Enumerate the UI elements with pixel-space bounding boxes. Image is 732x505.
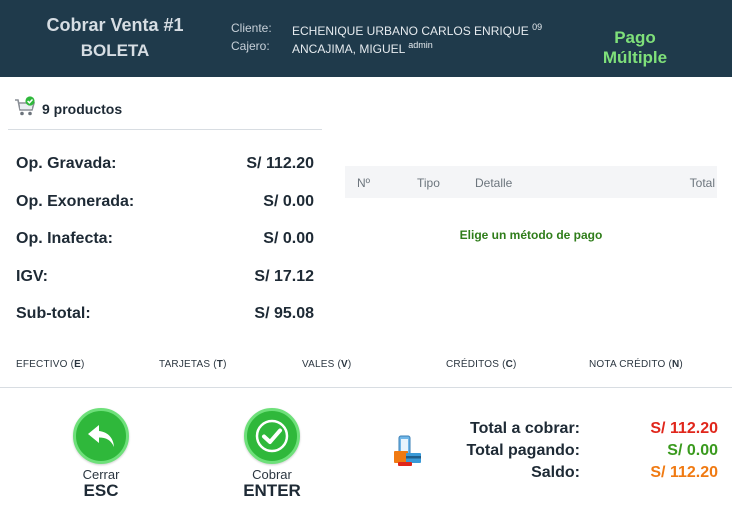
payments-table-header: Nº Tipo Detalle Total (345, 166, 717, 198)
cart-check-icon (14, 95, 38, 123)
summary-label: Op. Exonerada: (16, 193, 135, 210)
summary-row-op-inafecta: Op. Inafecta: S/ 0.00 (16, 227, 314, 251)
cobrar-label: Cobrar (252, 467, 292, 482)
summary-row-igv: IGV: S/ 17.12 (16, 265, 314, 289)
saldo-row: Saldo: S/ 112.20 (440, 464, 718, 486)
saldo-label: Saldo: (531, 464, 580, 481)
divider (0, 387, 732, 388)
cerrar-key: ESC (83, 481, 119, 500)
total-pagando-value: S/ 0.00 (667, 442, 718, 459)
payment-methods-bar: EFECTIVO (E) TARJETAS (T) VALES (V) CRÉD… (0, 355, 732, 375)
cliente-name: ECHENIQUE URBANO CARLOS ENRIQUE (292, 24, 529, 38)
cerrar-button[interactable]: Cerrar ESC (61, 408, 141, 500)
method-nota-credito[interactable]: NOTA CRÉDITO (N) (589, 359, 683, 370)
payment-mode-label[interactable]: Pago Múltiple (580, 28, 690, 68)
method-creditos[interactable]: CRÉDITOS (C) (446, 359, 517, 370)
total-a-cobrar-label: Total a cobrar: (470, 420, 580, 437)
summary-label: Sub-total: (16, 305, 91, 322)
method-efectivo[interactable]: EFECTIVO (E) (16, 359, 85, 370)
summary-value: S/ 17.12 (254, 268, 314, 285)
saldo-value: S/ 112.20 (650, 464, 718, 481)
method-tarjetas[interactable]: TARJETAS (T) (159, 359, 227, 370)
cliente-value: ECHENIQUE URBANO CARLOS ENRIQUE 09… (292, 22, 542, 38)
header-bar: Cobrar Venta #1 BOLETA Cliente: Cajero: … (0, 0, 732, 77)
total-pagando-row: Total pagando: S/ 0.00 (440, 442, 718, 464)
products-count[interactable]: 9 productos (14, 95, 123, 123)
column-header-number: Nº (357, 176, 371, 190)
back-arrow-icon (73, 408, 129, 464)
summary-value: S/ 112.20 (246, 155, 314, 172)
column-header-detail: Detalle (475, 176, 513, 190)
cajero-role-superscript: admin (408, 40, 433, 50)
divider (8, 129, 322, 130)
column-header-type: Tipo (417, 176, 440, 190)
summary-row-op-gravada: Op. Gravada: S/ 112.20 (16, 152, 314, 176)
sale-title-block: Cobrar Venta #1 BOLETA (0, 14, 230, 62)
payments-empty-message: Elige un método de pago (459, 228, 603, 242)
summary-label: Op. Inafecta: (16, 230, 113, 247)
cliente-label: Cliente: (231, 21, 272, 35)
products-count-label: 9 productos (42, 101, 123, 117)
checkmark-icon (244, 408, 300, 464)
total-pagando-label: Total pagando: (466, 442, 580, 459)
cajero-value: ANCAJIMA, MIGUEL admin (292, 40, 542, 56)
summary-row-subtotal: Sub-total: S/ 95.08 (16, 302, 314, 326)
summary-value: S/ 95.08 (254, 305, 314, 322)
cobrar-key: ENTER (243, 481, 301, 500)
total-a-cobrar-value: S/ 112.20 (650, 420, 718, 437)
document-type: BOLETA (80, 41, 150, 60)
column-header-total: Total (689, 176, 715, 190)
method-vales[interactable]: VALES (V) (302, 359, 351, 370)
summary-value: S/ 0.00 (263, 230, 314, 247)
cajero-name: ANCAJIMA, MIGUEL (292, 42, 405, 56)
summary-row-op-exonerada: Op. Exonerada: S/ 0.00 (16, 190, 314, 214)
summary-label: IGV: (16, 268, 49, 285)
cobrar-button[interactable]: Cobrar ENTER (232, 408, 312, 500)
payment-methods-icon (393, 434, 423, 468)
total-a-cobrar-row: Total a cobrar: S/ 112.20 (440, 420, 718, 442)
summary-value: S/ 0.00 (263, 193, 314, 210)
summary-label: Op. Gravada: (16, 155, 117, 172)
sale-title: Cobrar Venta #1 (46, 15, 184, 35)
cliente-doc-superscript: 09… (532, 22, 542, 32)
cerrar-label: Cerrar (82, 467, 120, 482)
cajero-label: Cajero: (231, 39, 270, 53)
